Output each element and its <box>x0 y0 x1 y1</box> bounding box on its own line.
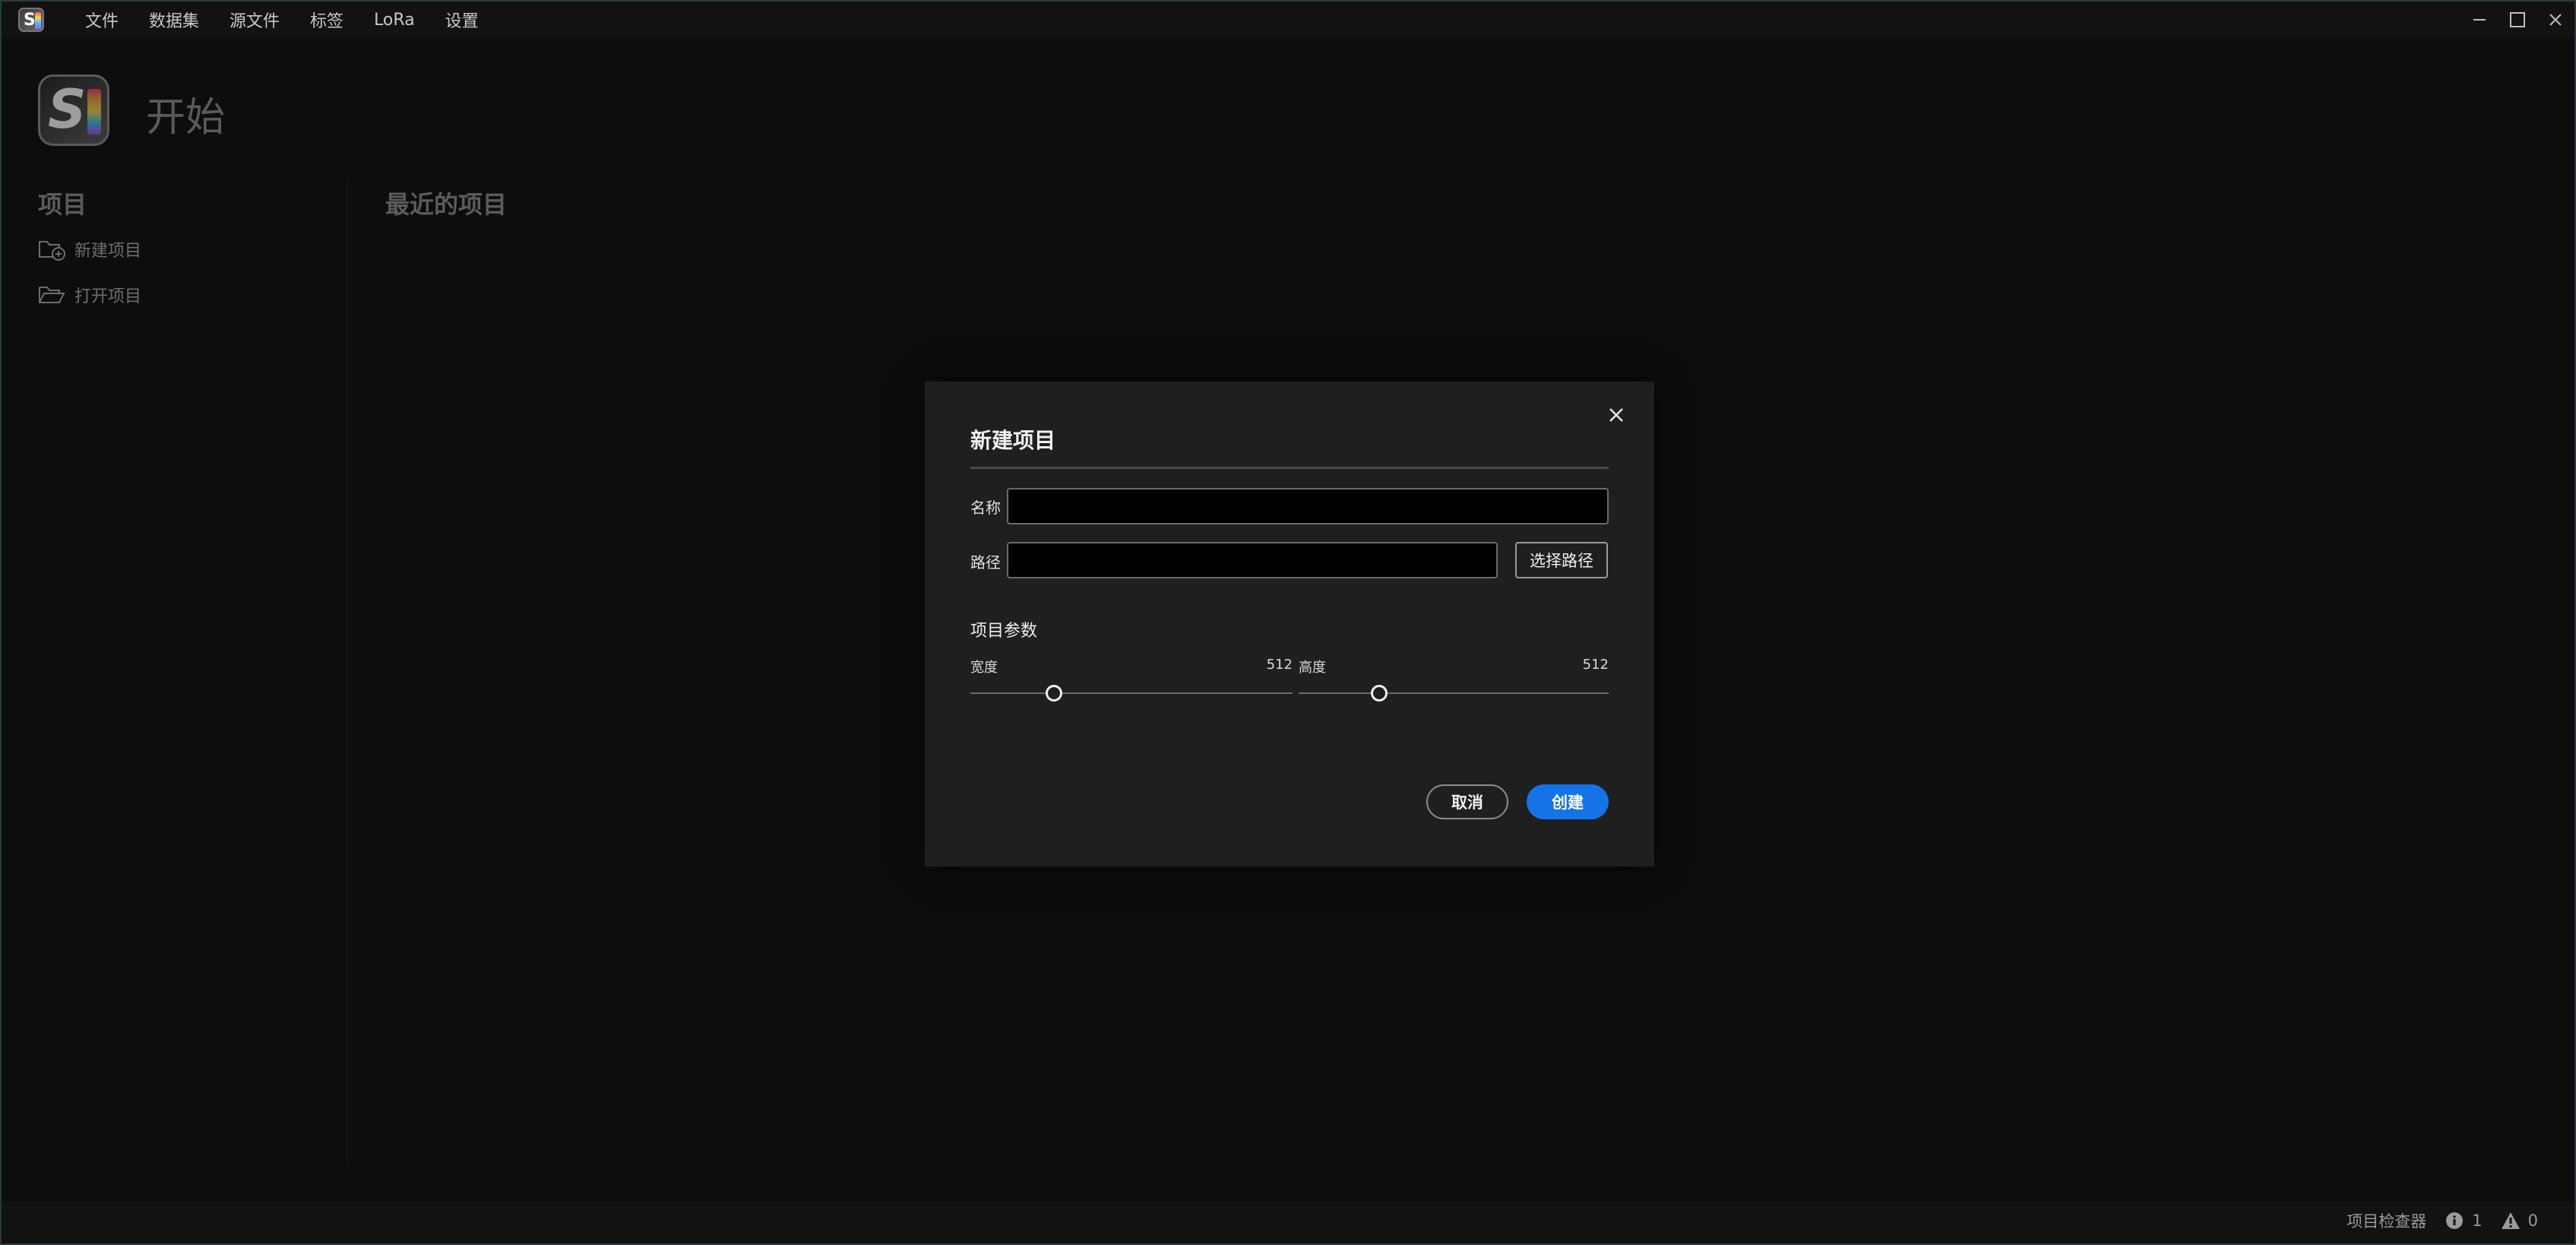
height-slider-thumb[interactable] <box>1371 685 1388 702</box>
warning-icon[interactable] <box>2501 1211 2521 1231</box>
height-slider-track[interactable] <box>1299 692 1609 694</box>
status-right: 项目检查器 1 0 <box>2347 1198 2538 1243</box>
width-label: 宽度 <box>970 660 998 676</box>
project-params-title: 项目参数 <box>970 622 1038 641</box>
width-slider-track[interactable] <box>970 692 1293 694</box>
title-bar: S 文件 数据集 源文件 标签 LoRa 设置 <box>2 2 2574 38</box>
path-field[interactable] <box>1007 542 1498 578</box>
app-logo-icon: S <box>18 8 44 32</box>
new-project-dialog: 新建项目 名称 路径 选择路径 项目参数 宽度 512 高度 512 取消 创建 <box>925 382 1654 866</box>
dialog-title: 新建项目 <box>970 428 1056 453</box>
path-label: 路径 <box>970 553 1001 572</box>
close-icon <box>2549 14 2562 26</box>
warning-count: 0 <box>2527 1212 2538 1230</box>
menu-bar: 文件 数据集 源文件 标签 LoRa 设置 <box>81 2 505 38</box>
cancel-button[interactable]: 取消 <box>1426 784 1508 819</box>
choose-path-button[interactable]: 选择路径 <box>1515 542 1608 578</box>
minimize-icon <box>2473 19 2486 21</box>
menu-file[interactable]: 文件 <box>81 5 123 35</box>
menu-lora[interactable]: LoRa <box>369 8 419 33</box>
create-button[interactable]: 创建 <box>1527 784 1609 819</box>
status-bar: 项目检查器 1 0 <box>2 1198 2574 1243</box>
close-icon <box>1609 408 1623 422</box>
height-value: 512 <box>1582 657 1609 673</box>
name-label: 名称 <box>970 499 1001 517</box>
maximize-icon <box>2510 12 2525 27</box>
dialog-divider <box>970 467 1609 469</box>
width-slider-thumb[interactable] <box>1046 685 1063 702</box>
app-window: S 文件 数据集 源文件 标签 LoRa 设置 S 开始 项目 新建项目 打开项… <box>0 0 2576 1245</box>
maximize-button[interactable] <box>2498 2 2536 38</box>
menu-source-files[interactable]: 源文件 <box>225 5 284 35</box>
height-label: 高度 <box>1299 660 1326 676</box>
close-window-button[interactable] <box>2536 2 2574 38</box>
menu-settings[interactable]: 设置 <box>441 5 483 35</box>
minimize-button[interactable] <box>2460 2 2498 38</box>
info-icon[interactable] <box>2445 1211 2464 1231</box>
menu-tags[interactable]: 标签 <box>305 5 348 35</box>
window-controls <box>2460 2 2574 38</box>
info-count: 1 <box>2472 1212 2483 1230</box>
menu-dataset[interactable]: 数据集 <box>144 5 204 35</box>
name-field[interactable] <box>1007 488 1609 524</box>
width-value: 512 <box>1266 657 1293 673</box>
dialog-close-button[interactable] <box>1601 400 1631 430</box>
project-inspector-label[interactable]: 项目检查器 <box>2347 1209 2426 1232</box>
